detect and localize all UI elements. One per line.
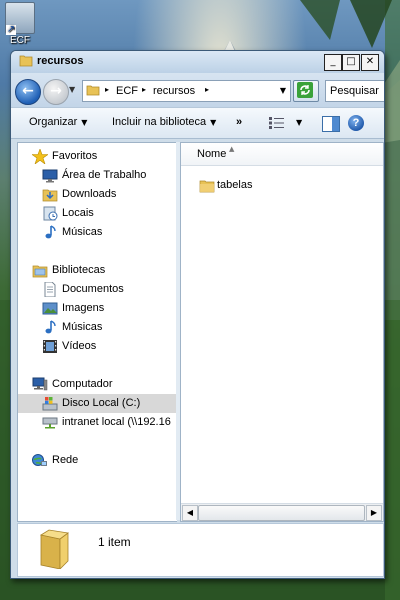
sidebar-item-label: Downloads	[62, 188, 117, 200]
breadcrumb-recursos[interactable]: recursos	[153, 85, 195, 97]
navigation-pane: Favoritos Área de Trabalho Downloads Loc…	[17, 142, 177, 522]
column-header-label: Nome	[197, 148, 227, 160]
minimize-button[interactable]: _	[324, 54, 342, 71]
explorer-window: recursos _ □ ✕ ← → ▼ ▸ ECF ▸ recursos ▸ …	[10, 50, 385, 579]
horizontal-scrollbar[interactable]: ◀ ▶	[181, 503, 383, 521]
folder-icon	[19, 55, 33, 67]
include-library-label: Incluir na biblioteca	[112, 116, 207, 128]
sidebar-item-videos[interactable]: Vídeos	[18, 337, 177, 356]
help-icon[interactable]: ?	[348, 115, 364, 131]
arrow-left-icon: ←	[22, 83, 34, 99]
network-icon	[32, 454, 47, 466]
desktop-icon-label: ECF	[10, 35, 30, 46]
sidebar-item-label: Locais	[62, 207, 94, 219]
sidebar-item-label: Bibliotecas	[52, 264, 106, 276]
shortcut-icon	[5, 2, 35, 35]
sidebar-item-disco-local[interactable]: Disco Local (C:)	[18, 394, 177, 413]
sidebar-item-label: Computador	[52, 378, 113, 390]
folder-icon	[86, 85, 100, 96]
sidebar-item-label: Músicas	[62, 321, 103, 333]
refresh-button[interactable]	[293, 80, 319, 102]
sidebar-item-label: Disco Local (C:)	[62, 397, 141, 409]
sidebar-item-favoritos[interactable]: Favoritos	[18, 147, 177, 166]
organize-menu[interactable]: Organizar ▼	[29, 116, 87, 128]
sidebar-item-label: Vídeos	[62, 340, 97, 352]
sidebar-item-rede[interactable]: Rede	[18, 451, 177, 470]
file-name: tabelas	[217, 179, 253, 191]
forward-button[interactable]: →	[43, 79, 69, 105]
search-input[interactable]: Pesquisar	[325, 80, 384, 102]
film-icon	[43, 340, 57, 353]
command-bar: Organizar ▼ Incluir na biblioteca ▼ » ▼ ?	[11, 107, 384, 139]
computer-icon	[32, 377, 48, 391]
folder-icon	[199, 180, 215, 193]
address-dropdown-icon[interactable]: ▼	[280, 86, 286, 95]
sidebar-item-intranet[interactable]: intranet local (\\192.16	[18, 413, 177, 432]
details-pane: 1 item	[17, 523, 384, 577]
list-item[interactable]: tabelas	[199, 177, 359, 195]
sidebar-item-imagens[interactable]: Imagens	[18, 299, 177, 318]
chevron-down-icon: ▼	[81, 118, 88, 127]
recent-places-icon	[43, 206, 58, 221]
hard-drive-icon	[42, 397, 58, 411]
sidebar-item-computador[interactable]: Computador	[18, 375, 177, 394]
scrollbar-thumb[interactable]	[198, 505, 365, 521]
maximize-button[interactable]: □	[342, 54, 360, 71]
title-bar[interactable]: recursos _ □ ✕	[11, 51, 384, 73]
column-header-name[interactable]: Nome ▲	[181, 143, 383, 166]
arrow-right-icon: →	[50, 83, 62, 99]
sidebar-item-downloads[interactable]: Downloads	[18, 185, 177, 204]
view-options-dropdown-icon[interactable]: ▼	[296, 118, 302, 127]
breadcrumb-ecf[interactable]: ECF	[116, 85, 138, 97]
recent-locations-dropdown[interactable]: ▼	[69, 85, 75, 94]
preview-pane-icon[interactable]	[322, 116, 340, 132]
libraries-icon	[32, 265, 48, 278]
chevron-down-icon: ▼	[210, 118, 217, 127]
address-bar[interactable]: ▸ ECF ▸ recursos ▸ ▼	[82, 80, 291, 102]
downloads-folder-icon	[42, 189, 58, 202]
sidebar-item-desktop[interactable]: Área de Trabalho	[18, 166, 177, 185]
organize-label: Organizar	[29, 116, 78, 128]
file-list-pane: Nome ▲ tabelas ◀ ▶	[180, 142, 384, 522]
refresh-icon	[297, 82, 313, 98]
sidebar-item-label: Área de Trabalho	[62, 169, 147, 181]
sidebar-item-locais[interactable]: Locais	[18, 204, 177, 223]
sidebar-item-label: Imagens	[62, 302, 105, 314]
breadcrumb-separator-icon[interactable]: ▸	[105, 85, 109, 94]
star-icon	[32, 149, 48, 164]
sort-ascending-icon: ▲	[229, 145, 235, 153]
document-icon	[44, 282, 56, 297]
desktop-icon	[42, 169, 58, 183]
back-button[interactable]: ←	[15, 79, 41, 105]
sidebar-item-documentos[interactable]: Documentos	[18, 280, 177, 299]
breadcrumb-separator-icon[interactable]: ▸	[142, 85, 146, 94]
sidebar-item-musicas-lib[interactable]: Músicas	[18, 318, 177, 337]
item-count: 1 item	[98, 535, 131, 549]
scroll-left-button[interactable]: ◀	[182, 505, 198, 521]
sidebar-item-label: intranet local (\\192.16	[62, 416, 171, 428]
window-title: recursos	[37, 55, 84, 67]
more-commands-button[interactable]: »	[236, 116, 242, 128]
sidebar-item-label: Músicas	[62, 226, 103, 238]
sidebar-item-label: Favoritos	[52, 150, 98, 162]
sidebar-item-bibliotecas[interactable]: Bibliotecas	[18, 261, 177, 280]
folder-icon	[39, 529, 69, 569]
breadcrumb-separator-icon[interactable]: ▸	[205, 85, 209, 94]
music-note-icon	[45, 225, 56, 239]
sidebar-item-musicas-fav[interactable]: Músicas	[18, 223, 177, 242]
sidebar-item-label: Documentos	[62, 283, 124, 295]
address-row: ← → ▼ ▸ ECF ▸ recursos ▸ ▼ Pesquisar	[11, 73, 384, 107]
desktop-icon-ecf[interactable]: ECF	[2, 2, 38, 46]
view-options-icon[interactable]	[269, 117, 285, 129]
include-library-menu[interactable]: Incluir na biblioteca ▼	[112, 116, 216, 128]
music-note-icon	[45, 320, 56, 334]
sidebar-item-label: Rede	[52, 454, 79, 466]
pictures-icon	[42, 302, 58, 315]
close-button[interactable]: ✕	[361, 54, 379, 71]
scroll-right-button[interactable]: ▶	[366, 505, 382, 521]
network-drive-icon	[42, 417, 58, 429]
